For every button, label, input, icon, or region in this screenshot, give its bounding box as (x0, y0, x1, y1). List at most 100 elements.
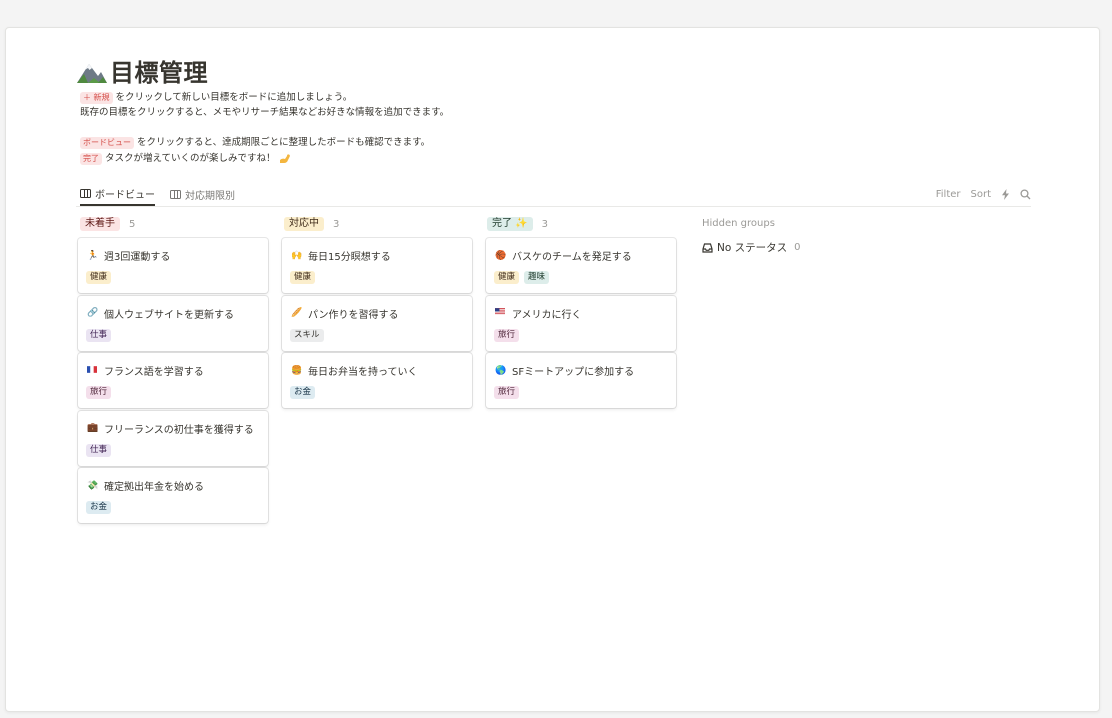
card-tags: 仕事 (86, 443, 112, 457)
card-title: 🔗 個人ウェブサイトを更新する (87, 306, 234, 321)
inbox-icon (702, 242, 713, 253)
description-line-1: ＋ 新規 をクリックして新しい目標をボードに追加しましょう。 (80, 90, 352, 105)
page-header: 目標管理 (76, 53, 208, 87)
card-title-text: アメリカに行く (512, 309, 582, 321)
globe-icon: 🌎 (495, 365, 507, 376)
tag: 健康 (86, 271, 112, 284)
description-line-4: 完了 タスクが増えていくのが楽しみですね！ (80, 151, 291, 166)
board-icon (170, 189, 181, 199)
column-header-todo: 未着手 5 (80, 216, 135, 232)
france-flag-icon (87, 365, 97, 376)
card-tags: 健康 (290, 271, 316, 284)
tag: 趣味 (524, 271, 550, 284)
card-title: 💼 フリーランスの初仕事を獲得する (87, 421, 254, 436)
views-bar: ボードビュー 対応期限別 Filter Sort (76, 183, 1031, 207)
basketball-icon: 🏀 (495, 250, 507, 261)
card-title-text: フランス語を学習する (104, 367, 204, 378)
view-toolbar: Filter Sort (936, 183, 1031, 205)
card-tags: 旅行 (86, 386, 112, 399)
search-icon[interactable] (1020, 188, 1031, 200)
card-title-text: SFミートアップに参加する (512, 367, 635, 378)
board-card[interactable]: 💸 確定拠出年金を始めるお金 (78, 468, 268, 523)
card-title: 🍔 毎日お弁当を持っていく (291, 363, 418, 379)
mountain-icon (77, 64, 107, 83)
card-title-text: パン作りを習得する (308, 309, 399, 321)
board-card[interactable]: フランス語を学習する旅行 (78, 353, 268, 408)
card-tags: 旅行 (494, 386, 520, 399)
card-title: 🏀 バスケのチームを発足する (495, 248, 632, 264)
tag: 健康 (494, 271, 520, 284)
hidden-group-no-status[interactable]: No ステータス 0 (702, 240, 801, 255)
link-icon: 🔗 (87, 308, 99, 318)
card-title-text: 個人ウェブサイトを更新する (104, 309, 234, 321)
runner-icon: 🏃 (87, 250, 99, 261)
tag: お金 (290, 386, 316, 399)
card-title-text: フリーランスの初仕事を獲得する (104, 424, 254, 436)
tag: お金 (86, 501, 112, 514)
tab-board-view[interactable]: ボードビュー (80, 183, 155, 206)
board-card[interactable]: 🥖 パン作りを習得するスキル (282, 295, 472, 351)
flexed-biceps-icon (279, 154, 290, 163)
us-flag-icon (495, 308, 505, 318)
card-title-text: 確定拠出年金を始める (104, 482, 204, 493)
card-tags: スキル (290, 328, 324, 342)
done-chip: 完了 (80, 153, 102, 165)
board-card[interactable]: 🍔 毎日お弁当を持っていくお金 (282, 353, 472, 408)
board-card[interactable]: アメリカに行く旅行 (486, 295, 676, 351)
description-text-3: をクリックすると、達成期限ごとに整理したボードも確認できます。 (137, 137, 431, 148)
card-title: フランス語を学習する (87, 363, 204, 378)
new-chip: ＋ 新規 (80, 92, 113, 104)
card-title-text: 毎日お弁当を持っていく (308, 367, 418, 378)
hidden-groups-label: Hidden groups (702, 218, 775, 229)
card-title: 🌎 SFミートアップに参加する (495, 363, 635, 379)
no-status-label: No ステータス (717, 242, 788, 254)
page-frame: 目標管理 ＋ 新規 をクリックして新しい目標をボードに追加しましょう。 既存の目標… (5, 27, 1100, 712)
card-title-text: 週3回運動する (104, 252, 171, 263)
column-header-inprogress: 対応中 3 (284, 216, 339, 232)
baguette-icon: 🥖 (291, 308, 303, 318)
card-tags: 健康 趣味 (494, 271, 550, 284)
board-card[interactable]: 🏃 週3回運動する健康 (78, 238, 268, 293)
filter-button[interactable]: Filter (936, 189, 961, 200)
sort-button[interactable]: Sort (971, 189, 992, 200)
board-card[interactable]: 🙌 毎日15分瞑想する 健康 (282, 238, 472, 293)
board-card[interactable]: 🔗 個人ウェブサイトを更新する仕事 (78, 295, 268, 351)
lightning-icon[interactable] (1001, 188, 1010, 200)
page-title: 目標管理 (110, 58, 208, 87)
tag: 健康 (290, 271, 316, 284)
card-title: 🙌 毎日15分瞑想する (291, 248, 391, 264)
card-title-text: バスケのチームを発足する (512, 252, 632, 263)
tab-board-view-label: ボードビュー (95, 190, 155, 201)
status-badge: 完了 ✨ (487, 217, 533, 231)
card-tags: 健康 (86, 271, 112, 284)
tag: 仕事 (86, 328, 112, 342)
column-count: 5 (129, 218, 136, 230)
board-card[interactable]: 🏀 バスケのチームを発足する健康 趣味 (486, 238, 676, 293)
bento-icon: 🍔 (291, 365, 303, 376)
card-title: アメリカに行く (495, 306, 582, 321)
card-title: 🏃 週3回運動する (87, 248, 171, 264)
card-tags: 旅行 (494, 328, 520, 342)
tag: スキル (290, 328, 324, 342)
tag: 旅行 (494, 328, 520, 342)
board-card[interactable]: 💼 フリーランスの初仕事を獲得する仕事 (78, 410, 268, 466)
status-badge: 対応中 (284, 217, 324, 231)
column-count: 3 (333, 218, 340, 230)
tag: 仕事 (86, 443, 112, 457)
no-status-count: 0 (794, 242, 801, 253)
tab-deadline-view-label: 対応期限別 (185, 190, 235, 202)
briefcase-icon: 💼 (87, 423, 99, 433)
money-wings-icon: 💸 (87, 480, 99, 491)
card-tags: お金 (290, 386, 316, 399)
column-header-done: 完了 ✨ 3 (487, 216, 548, 232)
card-tags: お金 (86, 501, 112, 514)
card-title: 🥖 パン作りを習得する (291, 306, 399, 321)
card-title: 💸 確定拠出年金を始める (87, 478, 204, 494)
tab-deadline-view[interactable]: 対応期限別 (170, 183, 235, 205)
raised-hands-icon: 🙌 (291, 250, 303, 261)
column-count: 3 (541, 218, 549, 230)
description-text-4: タスクが増えていくのが楽しみですね！ (105, 153, 276, 164)
board-card[interactable]: 🌎 SFミートアップに参加する旅行 (486, 353, 676, 408)
board-icon (80, 189, 91, 198)
board-view-chip: ボードビュー (80, 137, 134, 149)
